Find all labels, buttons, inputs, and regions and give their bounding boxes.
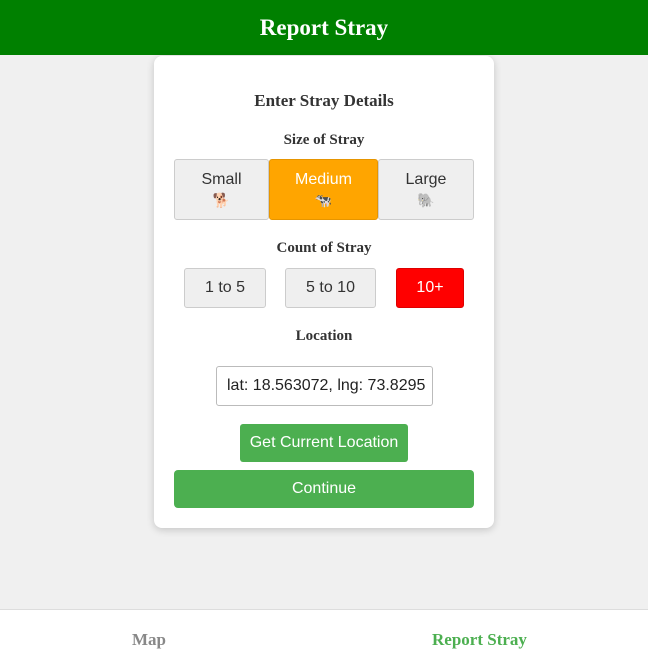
stray-details-card: Enter Stray Details Size of Stray Small … (154, 56, 494, 528)
elephant-icon: 🐘 (417, 192, 435, 208)
cow-icon: 🐄 (314, 192, 333, 208)
location-label: Location (295, 328, 353, 344)
size-large-button[interactable]: Large 🐘 (378, 159, 474, 220)
size-medium-label: Medium (295, 171, 352, 188)
size-large-label: Large (405, 171, 447, 188)
count-label: Count of Stray (276, 240, 372, 256)
size-label: Size of Stray (283, 132, 365, 148)
location-input[interactable]: lat: 18.563072, lng: 73.8295 (216, 366, 433, 406)
count-5-to-10-button[interactable]: 5 to 10 (285, 268, 376, 308)
size-small-button[interactable]: Small 🐕 (174, 159, 269, 220)
app-header: Report Stray (0, 0, 648, 55)
count-1-to-5-button[interactable]: 1 to 5 (184, 268, 266, 308)
continue-button[interactable]: Continue (174, 470, 474, 508)
bottom-nav: Map Report Stray (0, 609, 648, 670)
size-small-label: Small (201, 171, 242, 188)
count-10-plus-button[interactable]: 10+ (396, 268, 464, 308)
get-current-location-button[interactable]: Get Current Location (240, 424, 408, 462)
size-medium-button[interactable]: Medium 🐄 (269, 159, 378, 220)
nav-item-map[interactable]: Map (132, 630, 166, 650)
form-title: Enter Stray Details (254, 91, 394, 110)
page-title: Report Stray (259, 14, 389, 40)
nav-item-report-stray[interactable]: Report Stray (432, 630, 527, 650)
dog-icon: 🐕 (212, 192, 231, 208)
